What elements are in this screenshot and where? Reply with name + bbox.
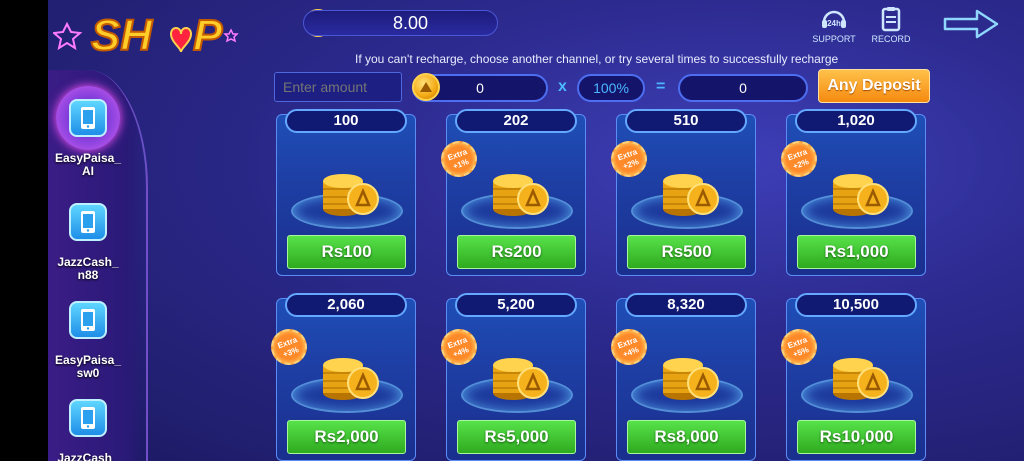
package-price-button[interactable]: Rs100 bbox=[287, 235, 406, 269]
channel-label: EasyPaisa_ sw0 bbox=[54, 353, 122, 380]
result-field: 0 bbox=[678, 74, 808, 102]
coin-stack-icon bbox=[493, 174, 549, 216]
extra-bonus-badge: Extra +5% bbox=[775, 323, 823, 371]
package-price-button[interactable]: Rs5,000 bbox=[457, 420, 576, 454]
coin-stack-icon bbox=[833, 358, 889, 400]
package-card[interactable]: 5,200 Rs5,000 Extra +4% bbox=[435, 293, 586, 461]
extra-bonus-badge: Extra +3% bbox=[265, 323, 313, 371]
record-button[interactable]: RECORD bbox=[866, 6, 916, 44]
package-card[interactable]: 202 Rs200 Extra +1% bbox=[435, 109, 586, 276]
package-coin-amount: 2,060 bbox=[285, 293, 407, 317]
coin-stack-icon bbox=[493, 358, 549, 400]
package-card[interactable]: 2,060 Rs2,000 Extra +3% bbox=[265, 293, 416, 461]
recharge-notice: If you can't recharge, choose another ch… bbox=[355, 52, 839, 66]
channel-ring bbox=[56, 86, 120, 150]
package-card[interactable]: 1,020 Rs1,000 Extra +2% bbox=[775, 109, 926, 276]
coin-stack-icon bbox=[323, 174, 379, 216]
support-button[interactable]: 24h SUPPORT bbox=[809, 6, 859, 44]
extra-bonus-badge: Extra +2% bbox=[605, 135, 653, 183]
package-coin-amount: 1,020 bbox=[795, 109, 917, 133]
phone-icon bbox=[69, 203, 107, 241]
package-card[interactable]: 8,320 Rs8,000 Extra +4% bbox=[605, 293, 756, 461]
package-coin-amount: 510 bbox=[625, 109, 747, 133]
headset-24h-icon: 24h bbox=[822, 10, 846, 28]
channel-ring bbox=[56, 386, 120, 450]
bonus-percent: 100% bbox=[577, 74, 645, 102]
phone-icon bbox=[69, 399, 107, 437]
package-coin-amount: 202 bbox=[455, 109, 577, 133]
amount-input[interactable] bbox=[274, 72, 402, 102]
multiply-sign: x bbox=[558, 78, 567, 95]
shop-logo: SH P bbox=[53, 10, 239, 61]
package-price-button[interactable]: Rs8,000 bbox=[627, 420, 746, 454]
extra-bonus-badge: Extra +1% bbox=[435, 135, 483, 183]
package-coin-amount: 100 bbox=[285, 109, 407, 133]
extra-bonus-badge: Extra +4% bbox=[435, 323, 483, 371]
coin-stack-icon bbox=[663, 358, 719, 400]
coin-stack-icon bbox=[323, 358, 379, 400]
channel-item[interactable]: EasyPaisa_ sw0 bbox=[48, 288, 128, 380]
package-price-button[interactable]: Rs500 bbox=[627, 235, 746, 269]
package-price-button[interactable]: Rs200 bbox=[457, 235, 576, 269]
record-label: RECORD bbox=[871, 34, 911, 44]
coin-stack-icon bbox=[833, 174, 889, 216]
svg-text:P: P bbox=[193, 11, 223, 60]
shop-screen: SH P 8.00 24h SUPPORT RECORD If you can'… bbox=[48, 0, 1024, 461]
support-badge: 24h bbox=[827, 19, 841, 28]
channel-ring bbox=[56, 288, 120, 352]
clipboard-icon bbox=[881, 7, 901, 32]
coin-icon bbox=[412, 73, 440, 101]
channel-ring bbox=[56, 190, 120, 254]
package-price-button[interactable]: Rs10,000 bbox=[797, 420, 916, 454]
channel-label: JazzCash_ n88 bbox=[57, 255, 119, 282]
package-card[interactable]: 100 Rs100 bbox=[276, 109, 416, 276]
channel-item[interactable]: JazzCash_ sw bbox=[48, 386, 128, 461]
svg-text:SH: SH bbox=[91, 11, 153, 60]
package-price-button[interactable]: Rs2,000 bbox=[287, 420, 406, 454]
package-coin-amount: 5,200 bbox=[455, 293, 577, 317]
coin-stack-icon bbox=[663, 174, 719, 216]
support-label: SUPPORT bbox=[812, 34, 856, 44]
package-price-button[interactable]: Rs1,000 bbox=[797, 235, 916, 269]
extra-bonus-badge: Extra +2% bbox=[775, 135, 823, 183]
channel-item[interactable]: JazzCash_ n88 bbox=[48, 190, 128, 282]
package-coin-amount: 8,320 bbox=[625, 293, 747, 317]
equals-sign: = bbox=[656, 78, 666, 95]
extra-bonus-badge: Extra +4% bbox=[605, 323, 653, 371]
channel-label: JazzCash_ sw bbox=[57, 451, 119, 461]
channel-label: EasyPaisa_ AI bbox=[54, 151, 122, 178]
package-card[interactable]: 510 Rs500 Extra +2% bbox=[605, 109, 756, 276]
any-deposit-button[interactable]: Any Deposit bbox=[818, 69, 930, 103]
exit-arrow-icon[interactable] bbox=[943, 8, 999, 40]
balance-display: 8.00 bbox=[303, 10, 498, 36]
channel-item[interactable]: EasyPaisa_ AI bbox=[48, 86, 128, 178]
package-card[interactable]: 10,500 Rs10,000 Extra +5% bbox=[775, 293, 926, 461]
phone-icon bbox=[69, 99, 107, 137]
phone-icon bbox=[69, 301, 107, 339]
package-coin-amount: 10,500 bbox=[795, 293, 917, 317]
